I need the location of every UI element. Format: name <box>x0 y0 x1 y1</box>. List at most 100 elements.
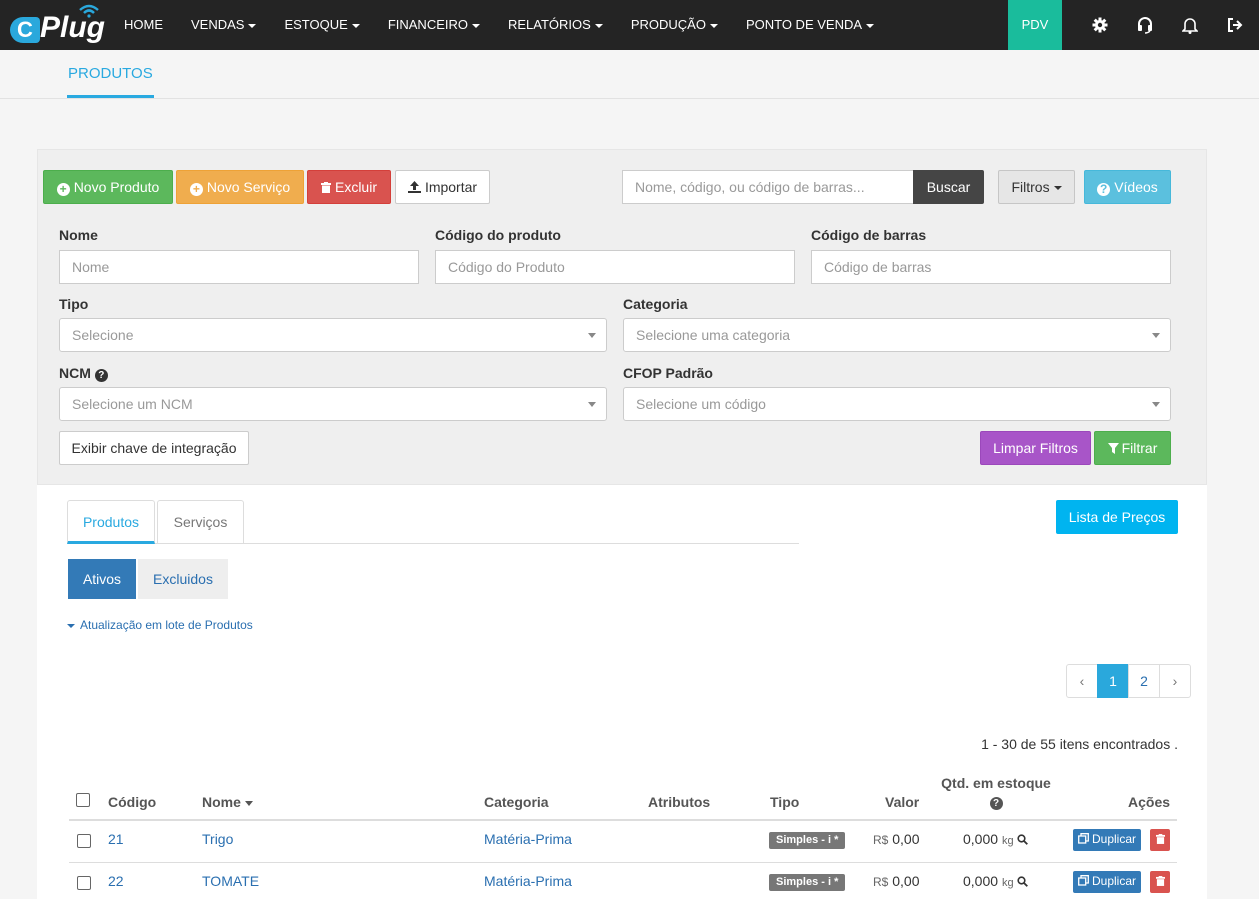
header-label: Nome <box>202 794 241 810</box>
novo-servico-button[interactable]: + Novo Serviço <box>176 170 304 204</box>
cfop-select[interactable]: Selecione um código <box>623 387 1171 421</box>
pill-excluidos[interactable]: Excluidos <box>138 559 228 599</box>
importar-button[interactable]: Importar <box>395 170 490 204</box>
caret-down-icon <box>67 623 75 628</box>
codigo-input[interactable] <box>435 250 795 284</box>
row-codigo[interactable]: 21 <box>108 831 124 847</box>
tipo-select[interactable]: Selecione <box>59 318 607 352</box>
upload-icon <box>407 179 425 195</box>
main-menu: HOME VENDAS ESTOQUE FINANCEIRO RELATÓRIO… <box>110 0 888 50</box>
cplug-logo[interactable]: C Plug <box>10 4 105 47</box>
search-icon[interactable] <box>1017 831 1029 847</box>
select-all-checkbox[interactable] <box>76 793 90 807</box>
bell-icon[interactable] <box>1168 0 1212 50</box>
row-categoria[interactable]: Matéria-Prima <box>484 873 572 889</box>
excluir-button[interactable]: Excluir <box>307 170 391 204</box>
ncm-select[interactable]: Selecione um NCM <box>59 387 607 421</box>
buscar-button[interactable]: Buscar <box>913 170 984 204</box>
page-2[interactable]: 2 <box>1128 664 1160 698</box>
pdv-button[interactable]: PDV <box>1008 0 1062 50</box>
caret-down-icon <box>594 23 603 28</box>
gear-icon[interactable] <box>1078 0 1122 50</box>
page-prev[interactable]: ‹ <box>1066 664 1098 698</box>
button-label: Novo Serviço <box>206 179 291 195</box>
tab-servicos[interactable]: Serviços <box>157 500 244 544</box>
th-nome[interactable]: Nome <box>202 794 253 810</box>
page-next[interactable]: › <box>1159 664 1191 698</box>
filtrar-button[interactable]: Filtrar <box>1094 431 1171 465</box>
nome-input[interactable] <box>59 250 419 284</box>
categoria-select[interactable]: Selecione uma categoria <box>623 318 1171 352</box>
th-categoria[interactable]: Categoria <box>484 794 549 810</box>
headset-icon[interactable] <box>1123 0 1167 50</box>
exibir-chave-button[interactable]: Exibir chave de integração <box>59 431 249 465</box>
th-codigo[interactable]: Código <box>108 794 156 810</box>
chevron-down-icon <box>1152 402 1160 407</box>
duplicar-button[interactable]: Duplicar <box>1073 871 1142 893</box>
menu-estoque[interactable]: ESTOQUE <box>270 0 373 50</box>
search-icon[interactable] <box>1017 873 1029 889</box>
novo-produto-button[interactable]: + Novo Produto <box>43 170 173 204</box>
wifi-icon <box>78 4 100 21</box>
main-content: Produtos Serviços Lista de Preços Ativos… <box>37 485 1207 899</box>
caret-down-icon <box>709 23 718 28</box>
row-categoria[interactable]: Matéria-Prima <box>484 831 572 847</box>
menu-vendas[interactable]: VENDAS <box>177 0 270 50</box>
menu-relatorios[interactable]: RELATÓRIOS <box>494 0 617 50</box>
menu-label: PRODUÇÃO <box>630 17 706 32</box>
codigo-barras-label: Código de barras <box>811 227 927 243</box>
filtros-dropdown[interactable]: Filtros <box>998 170 1075 204</box>
results-count: 1 - 30 de 55 itens encontrados . <box>981 736 1178 752</box>
duplicar-button[interactable]: Duplicar <box>1073 829 1142 851</box>
row-valor: R$ 0,00 <box>873 873 919 889</box>
tab-produtos[interactable]: Produtos <box>67 500 155 544</box>
menu-label: FINANCEIRO <box>387 17 468 32</box>
copy-icon <box>1078 832 1092 846</box>
plus-circle-icon: + <box>189 183 203 196</box>
filter-icon <box>1107 440 1122 456</box>
row-qtd: 0,000 kg <box>963 873 1029 889</box>
codigo-barras-input[interactable] <box>811 250 1171 284</box>
lote-produtos-link[interactable]: Atualização em lote de Produtos <box>67 618 253 632</box>
tab-produtos-page[interactable]: PRODUTOS <box>67 50 154 98</box>
videos-button[interactable]: ? Vídeos <box>1084 170 1171 204</box>
menu-producao[interactable]: PRODUÇÃO <box>617 0 732 50</box>
select-value: Selecione <box>72 327 134 343</box>
search-input[interactable] <box>622 170 914 204</box>
button-label: Importar <box>424 179 478 195</box>
row-divider <box>69 862 1177 863</box>
button-label: Excluir <box>334 179 377 195</box>
page-1[interactable]: 1 <box>1097 664 1129 698</box>
question-circle-icon[interactable]: ? <box>94 369 108 382</box>
categoria-label: Categoria <box>623 296 688 312</box>
plus-circle-icon: + <box>56 183 70 196</box>
row-codigo[interactable]: 22 <box>108 873 124 889</box>
question-circle-icon[interactable]: ? <box>989 797 1003 810</box>
value-text: 0,00 <box>892 831 920 847</box>
limpar-filtros-button[interactable]: Limpar Filtros <box>980 431 1091 465</box>
row-nome[interactable]: Trigo <box>202 831 233 847</box>
tipo-label: Tipo <box>59 296 89 312</box>
menu-ponto-de-venda[interactable]: PONTO DE VENDA <box>732 0 888 50</box>
delete-row-button[interactable] <box>1150 829 1170 851</box>
menu-label: VENDAS <box>191 17 245 32</box>
caret-down-icon <box>351 23 360 28</box>
lista-precos-button[interactable]: Lista de Preços <box>1056 500 1178 534</box>
value-text: 0,00 <box>892 873 920 889</box>
unit-text: kg <box>1001 835 1014 847</box>
qty-text: 0,000 <box>963 831 999 847</box>
caret-down-icon <box>248 23 257 28</box>
row-nome[interactable]: TOMATE <box>202 873 259 889</box>
row-checkbox[interactable] <box>77 834 91 848</box>
menu-home[interactable]: HOME <box>110 0 177 50</box>
delete-row-button[interactable] <box>1150 871 1170 893</box>
menu-label: HOME <box>124 17 163 32</box>
row-qtd: 0,000 kg <box>963 831 1029 847</box>
pill-ativos[interactable]: Ativos <box>68 559 136 599</box>
logout-icon[interactable] <box>1213 0 1257 50</box>
menu-financeiro[interactable]: FINANCEIRO <box>374 0 494 50</box>
logo-c: C <box>10 17 40 43</box>
currency-symbol: R$ <box>873 833 889 847</box>
tipo-badge: Simples - i * <box>769 874 846 891</box>
row-checkbox[interactable] <box>77 876 91 890</box>
